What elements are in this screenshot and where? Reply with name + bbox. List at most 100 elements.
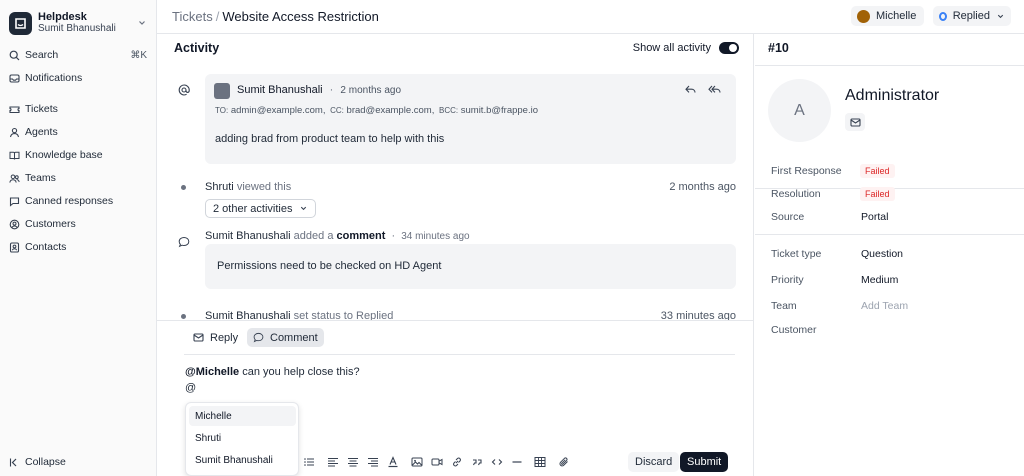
status-badge: Failed [860, 164, 895, 178]
status-badge: Failed [860, 187, 895, 201]
tab-label: Reply [210, 331, 239, 344]
avatar-initial: A [794, 101, 805, 119]
chevron-down-icon [996, 12, 1005, 21]
to-value: admin@example.com, [230, 105, 326, 116]
show-all-activity-toggle[interactable] [719, 42, 739, 54]
mention-option[interactable]: Michelle [189, 406, 296, 426]
editor-line[interactable]: @Michelle can you help close this? [185, 366, 360, 378]
field-label: Team [771, 300, 797, 312]
ticket-details-panel: #10 A Administrator First Response Faile… [755, 34, 1024, 476]
sidebar-item-search[interactable]: Search ⌘K [8, 45, 149, 65]
comment-actor: Sumit Bhanushali [205, 230, 291, 242]
align-right-icon[interactable] [366, 455, 380, 469]
activity-title: Activity [174, 41, 220, 55]
email-sender: Sumit Bhanushali [237, 84, 323, 96]
status-dot-icon [939, 11, 947, 21]
assignee-button[interactable]: Michelle [851, 6, 924, 26]
team-input[interactable]: Add Team [861, 300, 908, 312]
page-header: Tickets / Website Access Restriction Miche… [157, 0, 1024, 34]
link-icon[interactable] [450, 455, 464, 469]
email-card: Sumit Bhanushali · 2 months ago TO: admi… [205, 74, 736, 164]
attachment-icon[interactable] [557, 455, 571, 469]
comment-kind: comment [336, 230, 386, 242]
inbox-icon [8, 72, 20, 84]
quote-icon[interactable] [470, 455, 484, 469]
breadcrumb-separator: / [215, 9, 220, 24]
align-left-icon[interactable] [326, 455, 340, 469]
ticket-type-field[interactable]: Ticket type Question [771, 245, 1011, 265]
collapse-sidebar-button[interactable]: Collapse [8, 452, 149, 472]
mail-icon[interactable] [845, 113, 865, 131]
align-center-icon[interactable] [346, 455, 360, 469]
sidebar: Helpdesk Sumit Bhanushali Search ⌘K Noti… [0, 0, 157, 476]
to-label: TO: [215, 106, 229, 115]
cc-label: CC: [330, 106, 344, 115]
reply-all-icon[interactable] [708, 83, 722, 96]
tab-comment[interactable]: Comment [247, 328, 324, 347]
comment-body: Permissions need to be checked on HD Age… [217, 260, 442, 272]
sidebar-item-label: Notifications [25, 72, 83, 84]
breadcrumb: Tickets / Website Access Restriction [172, 9, 379, 24]
horizontal-rule-icon[interactable] [510, 455, 524, 469]
image-icon[interactable] [410, 455, 424, 469]
sidebar-item-label: Tickets [25, 103, 58, 115]
helpdesk-app: Helpdesk Sumit Bhanushali Search ⌘K Noti… [0, 0, 1024, 476]
helpdesk-logo-icon [9, 11, 32, 35]
sidebar-item-label: Collapse [25, 456, 66, 468]
comment-composer: Reply Comment @Michelle can you help clo… [157, 320, 753, 476]
separator-dot: · [391, 230, 396, 242]
status-dropdown[interactable]: Replied [933, 6, 1011, 26]
tab-reply[interactable]: Reply [187, 328, 244, 347]
ticket-icon [8, 103, 20, 115]
field-value[interactable]: Question [861, 248, 903, 260]
sidebar-item-knowledge-base[interactable]: Knowledge base [8, 145, 149, 165]
field-label: First Response [771, 165, 842, 177]
sidebar-item-label: Contacts [25, 241, 67, 253]
search-icon [8, 49, 20, 61]
bullet-list-icon[interactable] [302, 455, 316, 469]
code-icon[interactable] [490, 455, 504, 469]
status-change-time: 33 minutes ago [660, 310, 736, 320]
view-time: 2 months ago [669, 181, 736, 193]
other-activities-button[interactable]: 2 other activities [205, 199, 317, 218]
field-value[interactable]: Medium [861, 274, 898, 286]
font-color-icon[interactable] [386, 455, 400, 469]
brand-user: Sumit Bhanushali [38, 23, 116, 34]
status-change-actor: Sumit Bhanushali [205, 310, 291, 320]
priority-field[interactable]: Priority Medium [771, 271, 1011, 291]
discard-button[interactable]: Discard [628, 452, 680, 472]
book-icon [8, 149, 20, 161]
field-label: Source [771, 211, 805, 223]
divider [755, 234, 1024, 235]
sidebar-item-tickets[interactable]: Tickets [8, 99, 149, 119]
sidebar-item-canned-responses[interactable]: Canned responses [8, 191, 149, 211]
ticket-number: #10 [768, 41, 789, 55]
breadcrumb-tickets[interactable]: Tickets [172, 9, 213, 24]
sidebar-item-teams[interactable]: Teams [8, 168, 149, 188]
team-field[interactable]: Team Add Team [771, 297, 1011, 317]
reply-icon[interactable] [684, 83, 697, 96]
sidebar-item-agents[interactable]: Agents [8, 122, 149, 142]
field-label: Priority [771, 274, 804, 286]
editor-line[interactable]: @ [185, 382, 196, 394]
submit-button[interactable]: Submit [680, 452, 729, 472]
show-all-activity-label: Show all activity [632, 42, 711, 54]
sidebar-item-contacts[interactable]: Contacts [8, 237, 149, 257]
mention-tag: @Michelle [185, 366, 240, 378]
sidebar-item-notifications[interactable]: Notifications [8, 68, 149, 88]
comment-action: added a [293, 230, 334, 242]
sidebar-item-label: Agents [25, 126, 58, 138]
mention-option[interactable]: Shruti [189, 428, 296, 448]
field-label: Customer [771, 324, 817, 336]
customer-field[interactable]: Customer [771, 321, 1011, 341]
source-field: Source Portal [771, 208, 1011, 228]
sidebar-item-customers[interactable]: Customers [8, 214, 149, 234]
contact-name: Administrator [845, 87, 940, 104]
workspace-switcher[interactable]: Helpdesk Sumit Bhanushali [9, 10, 149, 36]
avatar [857, 9, 870, 23]
sidebar-item-label: Customers [25, 218, 76, 230]
brand-name: Helpdesk [38, 11, 87, 23]
video-icon[interactable] [430, 455, 444, 469]
table-icon[interactable] [533, 455, 547, 469]
email-time: 2 months ago [340, 85, 402, 96]
